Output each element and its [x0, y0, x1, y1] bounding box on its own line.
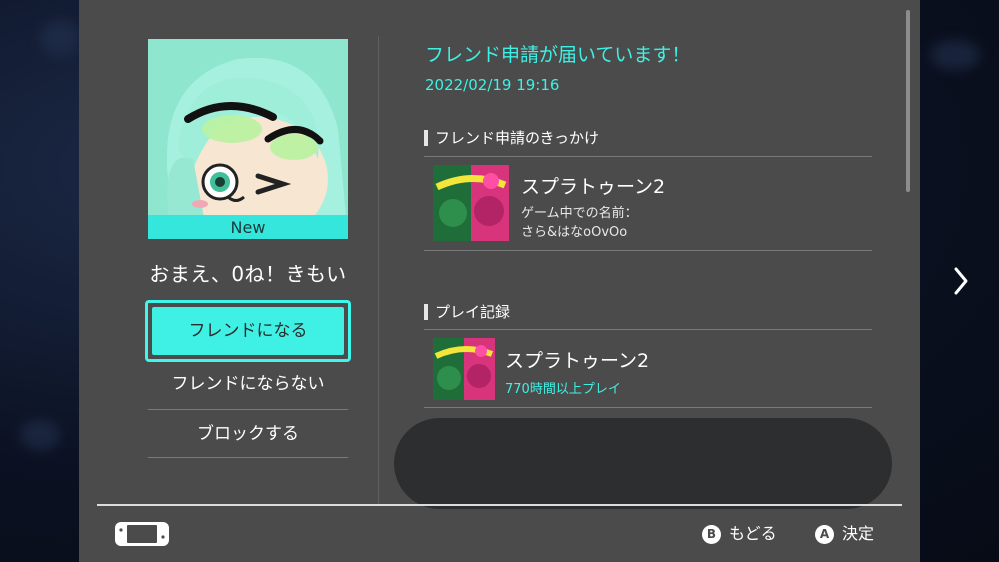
ingame-name-label: ゲーム中での名前：: [521, 206, 638, 221]
play-record-heading: プレイ記録: [424, 302, 510, 322]
b-button-icon: B: [702, 525, 721, 544]
overlay-toast: [394, 418, 892, 509]
accept-friend-label: フレンドになる: [152, 307, 344, 355]
back-hint[interactable]: B もどる: [702, 522, 777, 546]
column-divider: [378, 36, 379, 504]
source-game-title: スプラトゥーン2: [521, 176, 666, 198]
request-source-heading: フレンド申請のきっかけ: [424, 128, 599, 148]
section-divider: [424, 156, 872, 157]
game-thumbnail: [433, 338, 495, 400]
section-divider: [424, 250, 872, 251]
section-divider: [424, 407, 872, 408]
console-handheld-icon: [114, 521, 170, 547]
user-nickname: おまえ、0ね！きもい: [149, 262, 347, 286]
block-user-button[interactable]: ブロックする: [148, 410, 348, 458]
playtime-text: 770時間以上プレイ: [505, 382, 621, 397]
decline-friend-button[interactable]: フレンドにならない: [148, 360, 348, 408]
confirm-label: 決定: [842, 524, 875, 543]
user-avatar: New: [148, 39, 348, 239]
request-date: 2022/02/19 19:16: [425, 76, 560, 94]
avatar-illustration: [148, 39, 348, 239]
a-button-icon: A: [815, 525, 834, 544]
request-title: フレンド申請が届いています！: [425, 44, 691, 66]
played-game-title: スプラトゥーン2: [505, 350, 650, 372]
scrollbar[interactable]: [906, 10, 910, 192]
menu-divider: [148, 457, 348, 458]
footer-divider: [97, 504, 902, 506]
confirm-hint[interactable]: A 決定: [815, 522, 874, 546]
accept-friend-button[interactable]: フレンドになる: [145, 300, 351, 362]
section-divider: [424, 329, 872, 330]
game-thumbnail: [433, 165, 509, 241]
chevron-right-icon[interactable]: [948, 263, 974, 299]
ingame-name: さら&はなoOvOo: [521, 225, 628, 240]
new-badge: New: [148, 215, 348, 239]
back-label: もどる: [729, 524, 777, 543]
